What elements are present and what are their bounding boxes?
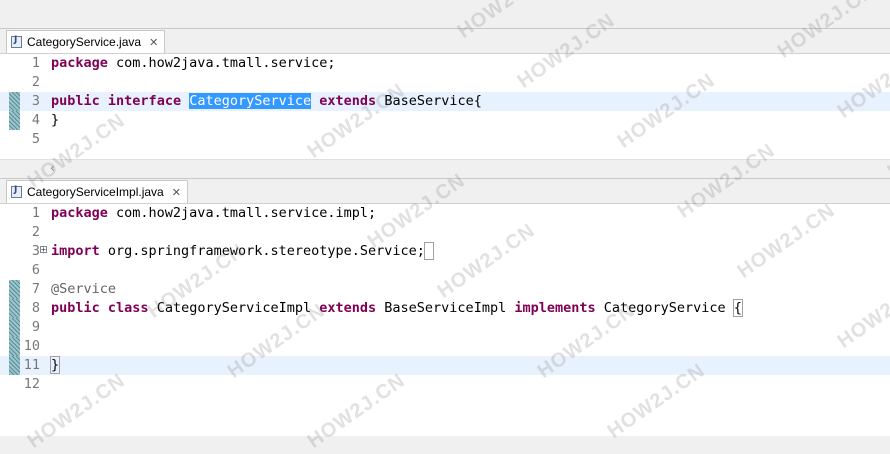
code-line[interactable]: 3 public interface CategoryService extend… <box>0 92 890 111</box>
code-token: com.how2java.tmall.service; <box>107 55 336 71</box>
code-line[interactable]: 7 @Service <box>0 280 890 299</box>
line-number: 1 <box>31 55 40 71</box>
change-ruler-marker <box>9 92 20 111</box>
code-line[interactable]: 1 package com.how2java.tmall.service.impl… <box>0 204 890 223</box>
line-number: 6 <box>31 262 40 278</box>
chevron-left-icon[interactable]: ‹ <box>50 161 55 175</box>
change-ruler-marker <box>9 130 20 149</box>
line-number: 11 <box>23 357 40 373</box>
editor-tab-bar: CategoryService.java ✕ <box>0 29 890 54</box>
code-token: org.springframework.stereotype.Service; <box>99 243 425 259</box>
change-ruler-marker <box>9 299 20 318</box>
code-line[interactable]: 3 + import org.springframework.stereotype.… <box>0 242 890 261</box>
line-number: 10 <box>23 338 40 354</box>
code-line[interactable]: 9 <box>0 318 890 337</box>
change-ruler-marker <box>9 261 20 280</box>
line-number: 2 <box>31 74 40 90</box>
change-ruler-marker <box>9 318 20 337</box>
line-number: 7 <box>31 281 40 297</box>
code-line[interactable]: 2 <box>0 73 890 92</box>
code-text: package com.how2java.tmall.service.impl; <box>51 204 376 223</box>
horizontal-scrollbar[interactable]: ‹ <box>0 159 890 177</box>
keyword-token: interface <box>107 93 182 109</box>
keyword-token: package <box>51 205 108 221</box>
code-token: } <box>49 356 61 374</box>
code-editor[interactable]: 1 package com.how2java.tmall.service; 2 3 pu… <box>0 54 890 149</box>
java-file-icon <box>11 35 22 48</box>
code-token: { <box>732 299 743 317</box>
tab-label: CategoryService.java <box>27 35 142 49</box>
code-line[interactable]: 6 <box>0 261 890 280</box>
java-file-icon <box>11 185 22 198</box>
code-line[interactable]: 12 <box>0 375 890 394</box>
selected-text: CategoryService <box>189 93 312 109</box>
code-text: } <box>51 111 59 130</box>
keyword-token: extends <box>319 93 377 109</box>
tab-category-service[interactable]: CategoryService.java ✕ <box>6 30 166 53</box>
line-number: 8 <box>31 300 40 316</box>
code-token: com.how2java.tmall.service.impl; <box>107 205 377 221</box>
code-line[interactable]: 2 <box>0 223 890 242</box>
change-ruler-marker <box>9 337 20 356</box>
editor-pane-category-service: CategoryService.java ✕ 1 package com.how2… <box>0 28 890 177</box>
code-text: } <box>49 356 61 375</box>
tab-label: CategoryServiceImpl.java <box>27 185 164 199</box>
change-ruler-marker <box>9 73 20 92</box>
line-number: 3 <box>31 243 40 259</box>
change-ruler-marker <box>9 280 20 299</box>
code-token: } <box>51 112 60 128</box>
code-line[interactable]: 4} <box>0 111 890 130</box>
line-number: 2 <box>31 224 40 240</box>
code-text: import org.springframework.stereotype.Se… <box>51 242 435 261</box>
change-ruler-marker <box>9 223 20 242</box>
close-tab-icon[interactable]: ✕ <box>149 37 158 48</box>
editor-pane-category-service-impl: CategoryServiceImpl.java ✕ 1 package com.… <box>0 178 890 436</box>
change-ruler-marker <box>9 242 20 261</box>
fold-expand-icon[interactable]: + <box>40 246 47 254</box>
editor-tab-bar: CategoryServiceImpl.java ✕ <box>0 179 890 204</box>
line-number: 9 <box>31 319 40 335</box>
change-ruler-marker <box>9 54 20 73</box>
line-number: 3 <box>31 93 40 109</box>
code-token: BaseServiceImpl <box>376 300 515 316</box>
line-number: 1 <box>31 205 40 221</box>
code-line[interactable]: 10 <box>0 337 890 356</box>
keyword-token: extends <box>319 300 377 316</box>
keyword-token: import <box>51 243 100 259</box>
annotation-token: @Service <box>51 281 117 297</box>
code-token: CategoryService <box>595 300 734 316</box>
code-text: @Service <box>51 280 116 299</box>
code-text: public class CategoryServiceImpl extends… <box>51 299 743 318</box>
code-line[interactable]: 11} <box>0 356 890 375</box>
keyword-token: public <box>51 93 100 109</box>
code-editor[interactable]: 1 package com.how2java.tmall.service.impl… <box>0 204 890 394</box>
line-number: 5 <box>31 131 40 147</box>
code-token: BaseService{ <box>376 93 482 109</box>
tab-category-service-impl[interactable]: CategoryServiceImpl.java ✕ <box>6 180 188 203</box>
keyword-token: class <box>107 300 149 316</box>
code-line[interactable]: 8 public class CategoryServiceImpl extend… <box>0 299 890 318</box>
change-ruler-marker <box>9 111 20 130</box>
close-tab-icon[interactable]: ✕ <box>172 187 181 198</box>
code-text: public interface CategoryService extends… <box>51 92 482 111</box>
line-number: 4 <box>31 112 40 128</box>
code-token <box>423 242 435 260</box>
code-line[interactable]: 1 package com.how2java.tmall.service; <box>0 54 890 73</box>
change-ruler-marker <box>9 356 20 375</box>
text-caret <box>59 357 61 373</box>
code-token: CategoryServiceImpl <box>148 300 320 316</box>
keyword-token: implements <box>514 300 596 316</box>
line-number: 12 <box>23 376 40 392</box>
keyword-token: public <box>51 300 100 316</box>
keyword-token: package <box>51 55 108 71</box>
code-text: package com.how2java.tmall.service; <box>51 54 335 73</box>
change-ruler-marker <box>9 375 20 394</box>
code-line[interactable]: 5 <box>0 130 890 149</box>
change-ruler-marker <box>9 204 20 223</box>
